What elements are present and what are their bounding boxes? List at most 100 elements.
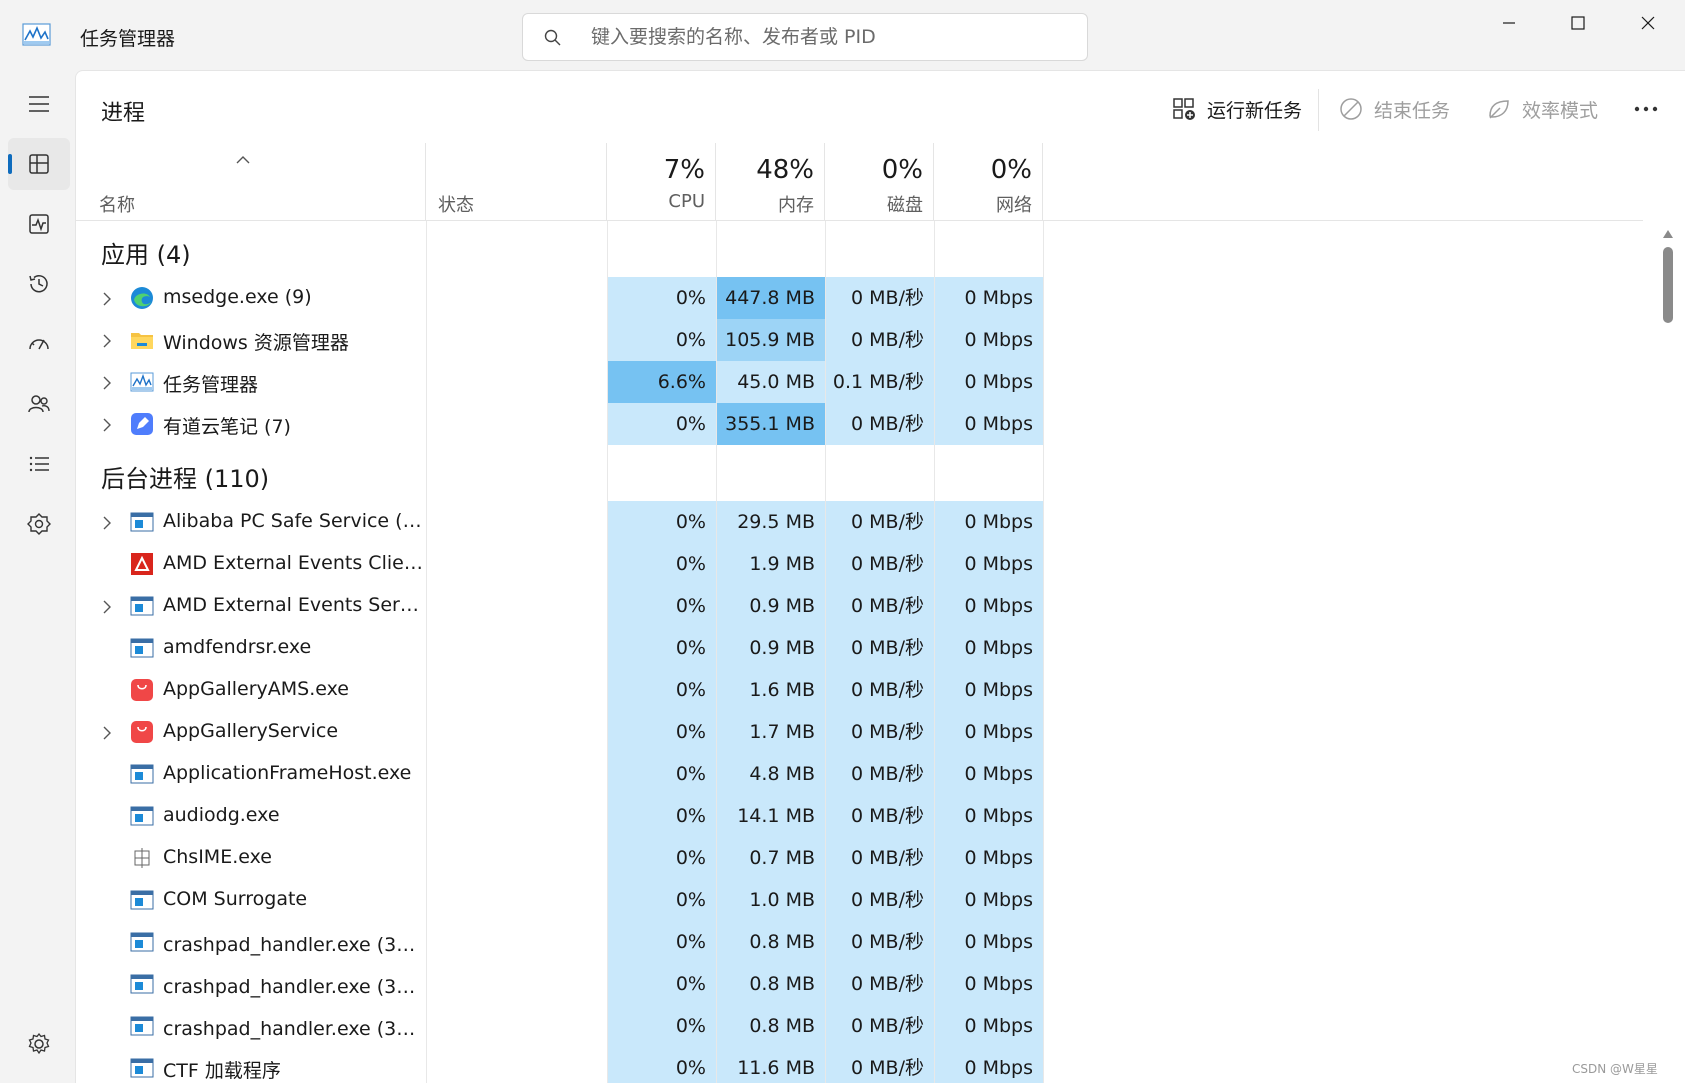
chevron-right-icon[interactable] [102, 375, 112, 390]
network-cell: 0 Mbps [935, 319, 1043, 361]
process-name: AMD External Events Servic... [163, 594, 423, 616]
process-row[interactable]: crashpad_handler.exe (32 位) 0% 0.8 MB 0 MB/… [76, 963, 1641, 1005]
run-new-task-icon [1173, 98, 1195, 120]
end-task-button[interactable]: 结束任务 [1338, 87, 1450, 131]
performance-icon [29, 214, 49, 234]
memory-cell: 1.6 MB [717, 669, 825, 711]
process-row[interactable]: crashpad_handler.exe (32 位) 0% 0.8 MB 0 MB/… [76, 1005, 1641, 1047]
scroll-up-arrow-icon[interactable] [1662, 229, 1674, 239]
process-name: crashpad_handler.exe (32 位) [163, 1018, 423, 1040]
search-input[interactable] [591, 22, 1071, 52]
efficiency-mode-button[interactable]: 效率模式 [1486, 87, 1598, 131]
minimize-icon [1503, 22, 1515, 24]
nav-settings[interactable] [8, 1018, 70, 1070]
processes-panel: 进程 运行新任务 结束任务 效率模式 名称 状态 7% CPU 48% 内存 0… [75, 70, 1685, 1083]
process-row[interactable]: AppGalleryService 0% 1.7 MB 0 MB/秒 0 Mbps [76, 711, 1641, 753]
cpu-cell: 0% [608, 501, 716, 543]
chevron-right-icon[interactable] [102, 599, 112, 614]
hamburger-menu-button[interactable] [8, 78, 70, 130]
service-window-icon [130, 636, 154, 660]
column-header-status[interactable]: 状态 [426, 143, 607, 221]
column-header-memory[interactable]: 48% 内存 [716, 143, 825, 221]
nav-services[interactable] [8, 498, 70, 550]
service-window-icon [130, 930, 154, 954]
column-header-cpu[interactable]: 7% CPU [607, 143, 716, 221]
disk-cell: 0 MB/秒 [826, 753, 934, 795]
nav-details[interactable] [8, 438, 70, 490]
chevron-right-icon[interactable] [102, 417, 112, 432]
disk-cell: 0 MB/秒 [826, 585, 934, 627]
process-name: AMD External Events Client ... [163, 552, 423, 574]
group-header-background[interactable]: 后台进程 (110) [76, 445, 1641, 501]
process-row[interactable]: crashpad_handler.exe (32 位) 0% 0.8 MB 0 MB/… [76, 921, 1641, 963]
close-button[interactable] [1613, 0, 1683, 46]
chevron-right-icon[interactable] [102, 515, 112, 530]
process-row[interactable]: 有道云笔记 (7) 0% 355.1 MB 0 MB/秒 0 Mbps [76, 403, 1641, 445]
process-name: crashpad_handler.exe (32 位) [163, 976, 423, 998]
process-row[interactable]: CTF 加载程序 0% 11.6 MB 0 MB/秒 0 Mbps [76, 1047, 1641, 1083]
process-row[interactable]: amdfendrsr.exe 0% 0.9 MB 0 MB/秒 0 Mbps [76, 627, 1641, 669]
memory-cell: 1.7 MB [717, 711, 825, 753]
network-total-percent: 0% [990, 155, 1032, 185]
process-name: 任务管理器 [163, 374, 259, 396]
watermark: CSDN @W星星 [1572, 1062, 1658, 1076]
memory-cell: 45.0 MB [717, 361, 825, 403]
process-row[interactable]: ApplicationFrameHost.exe 0% 4.8 MB 0 MB/秒 0 … [76, 753, 1641, 795]
network-cell: 0 Mbps [935, 921, 1043, 963]
process-row[interactable]: Alibaba PC Safe Service (32 ... 0% 29.5 MB… [76, 501, 1641, 543]
chevron-right-icon[interactable] [102, 725, 112, 740]
nav-processes[interactable] [8, 138, 70, 190]
cpu-cell: 0% [608, 837, 716, 879]
disk-cell: 0 MB/秒 [826, 319, 934, 361]
process-row[interactable]: 任务管理器 6.6% 45.0 MB 0.1 MB/秒 0 Mbps [76, 361, 1641, 403]
network-cell: 0 Mbps [935, 1047, 1043, 1083]
more-options-button[interactable] [1626, 93, 1666, 125]
minimize-button[interactable] [1474, 0, 1544, 46]
column-label-status: 状态 [438, 195, 474, 216]
cpu-cell: 0% [608, 963, 716, 1005]
network-cell: 0 Mbps [935, 501, 1043, 543]
ime-icon [130, 846, 154, 870]
column-header-disk[interactable]: 0% 磁盘 [825, 143, 934, 221]
network-cell: 0 Mbps [935, 879, 1043, 921]
disk-cell: 0 MB/秒 [826, 795, 934, 837]
column-header-network[interactable]: 0% 网络 [934, 143, 1043, 221]
process-row[interactable]: AMD External Events Servic... 0% 0.9 MB 0 M… [76, 585, 1641, 627]
process-row[interactable]: AppGalleryAMS.exe 0% 1.6 MB 0 MB/秒 0 Mbps [76, 669, 1641, 711]
network-cell: 0 Mbps [935, 627, 1043, 669]
chevron-right-icon[interactable] [102, 291, 112, 306]
network-cell: 0 Mbps [935, 361, 1043, 403]
memory-cell: 0.8 MB [717, 963, 825, 1005]
process-row[interactable]: AMD External Events Client ... 0% 1.9 MB 0 … [76, 543, 1641, 585]
nav-startup-apps[interactable] [8, 318, 70, 370]
cpu-cell: 0% [608, 585, 716, 627]
maximize-button[interactable] [1543, 0, 1613, 46]
efficiency-mode-label: 效率模式 [1522, 99, 1599, 122]
chevron-right-icon[interactable] [102, 333, 112, 348]
cpu-cell: 0% [608, 543, 716, 585]
process-name: 有道云笔记 (7) [163, 416, 291, 438]
search-box[interactable] [522, 13, 1088, 61]
process-name: amdfendrsr.exe [163, 636, 312, 658]
group-header-apps[interactable]: 应用 (4) [76, 221, 1641, 277]
process-row[interactable]: audiodg.exe 0% 14.1 MB 0 MB/秒 0 Mbps [76, 795, 1641, 837]
disk-cell: 0 MB/秒 [826, 669, 934, 711]
process-row[interactable]: msedge.exe (9) 0% 447.8 MB 0 MB/秒 0 Mbps [76, 277, 1641, 319]
close-icon [1641, 16, 1655, 30]
process-name: ApplicationFrameHost.exe [163, 762, 412, 784]
process-row[interactable]: ChsIME.exe 0% 0.7 MB 0 MB/秒 0 Mbps [76, 837, 1641, 879]
title-bar: 任务管理器 [0, 0, 1685, 72]
run-new-task-button[interactable]: 运行新任务 [1171, 87, 1302, 131]
process-row[interactable]: COM Surrogate 0% 1.0 MB 0 MB/秒 0 Mbps [76, 879, 1641, 921]
nav-users[interactable] [8, 378, 70, 430]
column-header-name[interactable]: 名称 [76, 143, 426, 221]
network-cell: 0 Mbps [935, 837, 1043, 879]
process-row[interactable]: Windows 资源管理器 0% 105.9 MB 0 MB/秒 0 Mbps [76, 319, 1641, 361]
leaf-icon [1489, 100, 1509, 119]
disk-cell: 0 MB/秒 [826, 879, 934, 921]
nav-app-history[interactable] [8, 258, 70, 310]
nav-performance[interactable] [8, 198, 70, 250]
memory-cell: 11.6 MB [717, 1047, 825, 1083]
process-name: msedge.exe (9) [163, 286, 312, 308]
scrollbar-thumb[interactable] [1663, 247, 1673, 323]
